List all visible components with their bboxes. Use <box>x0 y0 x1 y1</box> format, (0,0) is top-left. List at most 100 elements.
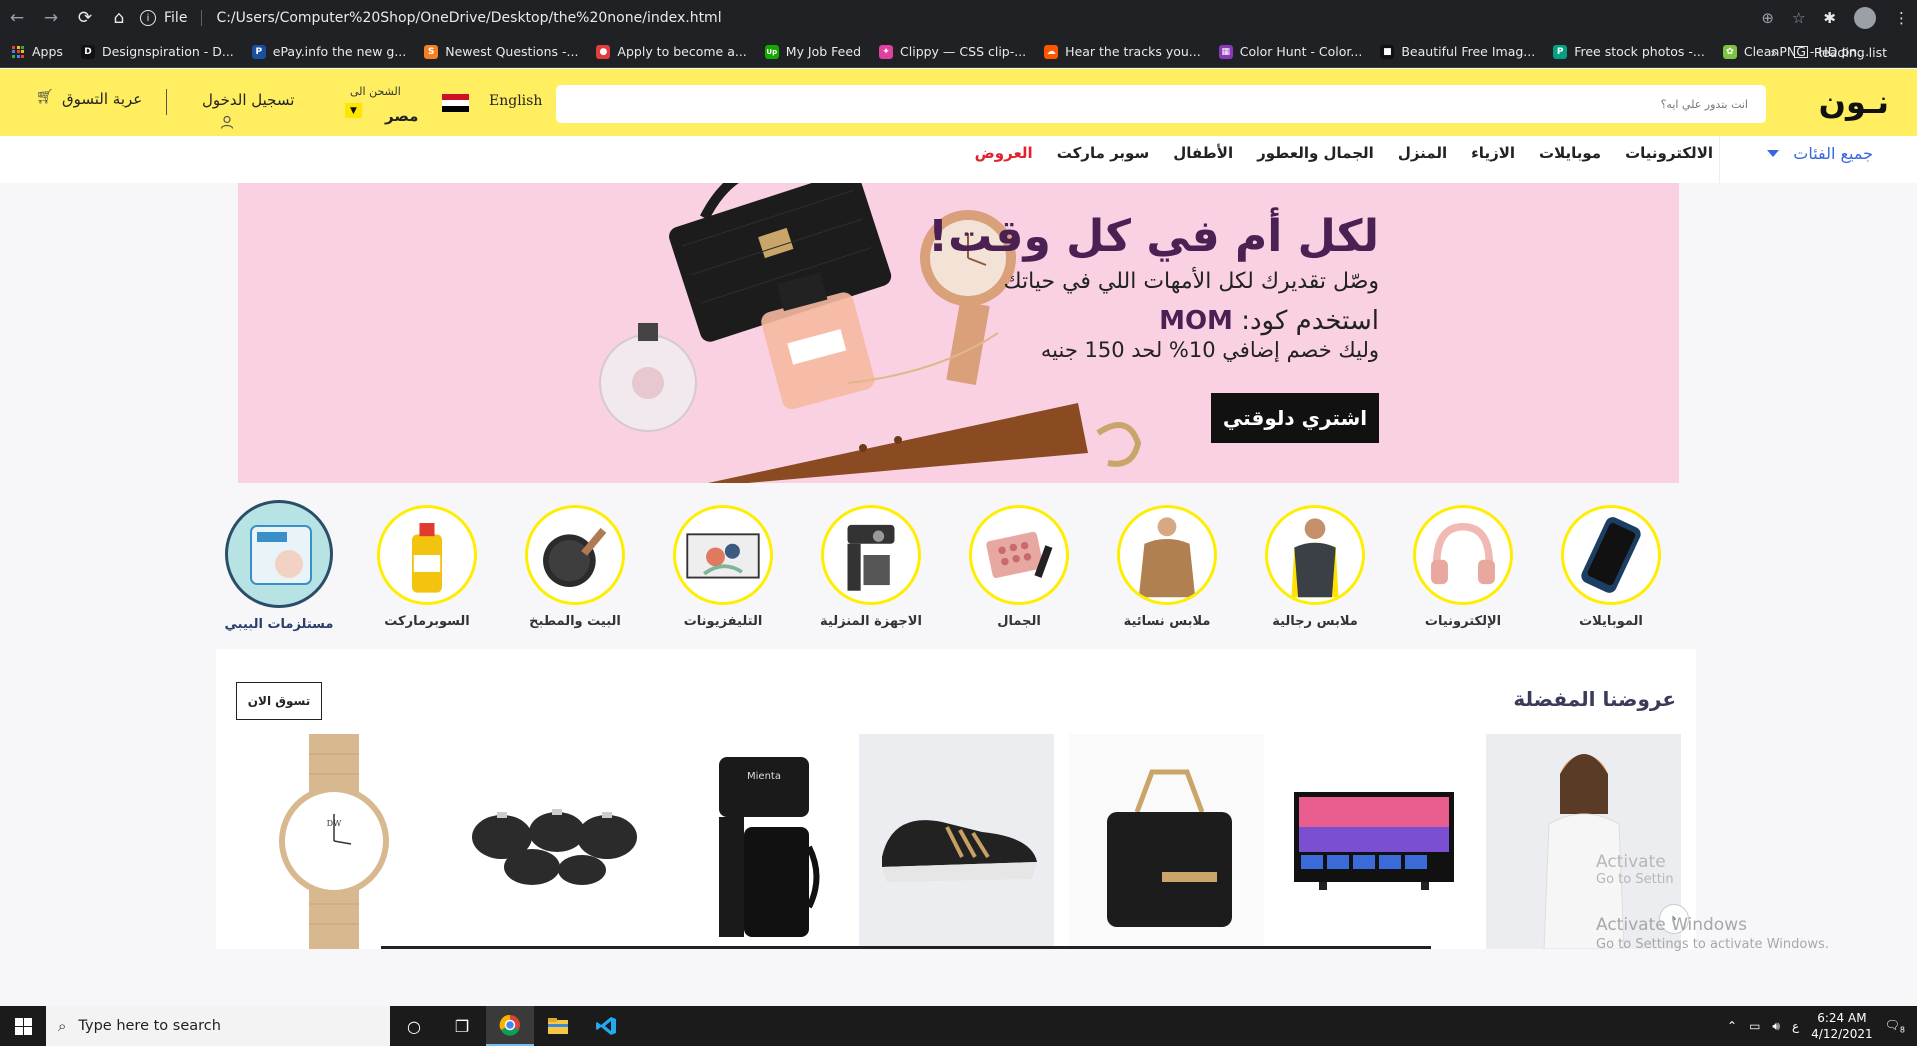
category-circle-diapers[interactable]: مستلزمات البيبي <box>219 500 339 632</box>
tray-chevron-icon[interactable]: ⌃ <box>1727 1019 1737 1033</box>
shop-now-button[interactable]: تسوق الان <box>236 682 322 720</box>
cortana-icon[interactable]: ○ <box>390 1006 438 1046</box>
nav-item-electronics[interactable]: الالكترونيات <box>1625 144 1713 162</box>
category-circles: الموبايلات الإلكترونيات ملابس رجالية ملابس … <box>225 500 1679 640</box>
category-circle-men[interactable]: ملابس رجالية <box>1255 500 1375 629</box>
bookmark-item[interactable]: PePay.info the new g... <box>251 44 406 59</box>
sign-in-link[interactable]: تسجيل الدخول <box>202 91 294 109</box>
caret-down-icon <box>1767 150 1780 157</box>
site-header: نـون English الشحن الى ▼ مصر تسجيل الدخو… <box>0 69 1917 136</box>
cookware-image <box>471 808 637 885</box>
reload-icon[interactable]: ⟳ <box>68 0 102 36</box>
carousel-scrollbar[interactable] <box>381 946 1431 949</box>
shop-now-cta-button[interactable]: اشتري دلوقتي <box>1211 393 1379 443</box>
home-icon[interactable]: ⌂ <box>102 0 136 36</box>
category-circle-phone[interactable]: الموبايلات <box>1551 500 1671 629</box>
nav-item-fashion[interactable]: الازياء <box>1471 144 1515 162</box>
bookmark-favicon-icon: D <box>80 44 95 59</box>
taskbar-clock[interactable]: 6:24 AM 4/12/2021 <box>1811 1010 1873 1042</box>
watermark-line2-small: Go to Settings to activate Windows. <box>1596 937 1829 952</box>
profile-avatar[interactable] <box>1854 7 1876 29</box>
reading-list-button[interactable]: Reading list <box>1793 45 1887 60</box>
address-bar[interactable]: i File C:/Users/Computer%20Shop/OneDrive… <box>140 5 1757 31</box>
bookmark-apps[interactable]: Apps <box>12 44 63 59</box>
nav-item-supermarket[interactable]: سوبر ماركت <box>1057 144 1150 162</box>
network-icon[interactable]: ▭ <box>1749 1019 1760 1033</box>
speaker-icon[interactable]: 🔊︎ <box>1772 1019 1780 1034</box>
category-circle-headphones[interactable]: الإلكترونيات <box>1403 500 1523 629</box>
bookmark-item[interactable]: ■ Beautiful Free Imag... <box>1380 44 1535 59</box>
category-circle-women[interactable]: ملابس نسائية <box>1107 500 1227 629</box>
bookmark-favicon-icon: ■ <box>1380 44 1395 59</box>
all-categories-label: جميع الفئات <box>1793 144 1873 163</box>
language-switch[interactable]: English <box>489 93 542 109</box>
bookmark-item[interactable]: D Designspiration - D... <box>80 44 234 59</box>
all-categories-button[interactable]: جميع الفئات <box>1767 144 1873 163</box>
product-cookware[interactable] <box>454 734 649 949</box>
zoom-icon[interactable]: ⊕ <box>1761 9 1774 27</box>
banner-headline: لكل أم في كل وقت! <box>928 211 1379 262</box>
bookmark-star-icon[interactable]: ☆ <box>1792 9 1805 27</box>
bookmark-label: Free stock photos -... <box>1574 44 1705 59</box>
category-circle-label: الموبايلات <box>1579 614 1643 629</box>
system-tray: ⌃ ▭ 🔊︎ ع 6:24 AM 4/12/2021 🗨︎8 <box>1727 1006 1917 1046</box>
user-icon[interactable] <box>220 115 234 129</box>
search-input[interactable] <box>556 85 1766 123</box>
chevron-down-icon[interactable]: ▼ <box>345 103 362 118</box>
vscode-icon[interactable] <box>582 1006 630 1046</box>
file-scheme-label: File <box>164 10 188 26</box>
notifications-icon[interactable]: 🗨︎8 <box>1885 1018 1905 1034</box>
banner-discount: وليك خصم إضافي 10% لحد 150 جنيه <box>1040 338 1379 363</box>
product-tv[interactable] <box>1276 734 1471 949</box>
nav-item-home[interactable]: المنزل <box>1398 144 1447 162</box>
task-view-icon[interactable]: ❐ <box>438 1006 486 1046</box>
back-icon[interactable]: ← <box>0 0 34 36</box>
bookmark-label: Clippy — CSS clip-... <box>900 44 1027 59</box>
nav-item-beauty[interactable]: الجمال والعطور <box>1257 144 1374 162</box>
product-watch[interactable]: DW <box>236 734 431 949</box>
bookmark-label: Beautiful Free Imag... <box>1401 44 1536 59</box>
forward-icon[interactable]: → <box>34 0 68 36</box>
bookmark-favicon-icon: P <box>251 44 266 59</box>
category-circle-coffee-machine[interactable]: الاجهزة المنزلية <box>811 500 931 629</box>
category-circle-beauty[interactable]: الجمال <box>959 500 1079 629</box>
product-handbag[interactable] <box>1069 734 1264 949</box>
featured-title: عروضنا المفضلة <box>1513 687 1676 711</box>
chrome-icon[interactable] <box>486 1006 534 1046</box>
bookmark-item[interactable]: Up My Job Feed <box>764 44 861 59</box>
nav-item-mobiles[interactable]: موبايلات <box>1539 144 1601 162</box>
search-box[interactable] <box>556 85 1766 123</box>
nav-item-kids[interactable]: الأطفال <box>1173 144 1233 162</box>
input-language[interactable]: ع <box>1792 1019 1799 1033</box>
ship-country[interactable]: مصر <box>385 107 418 125</box>
bookmark-item[interactable]: ☁ Hear the tracks you... <box>1044 44 1201 59</box>
category-circle-pan[interactable]: البيت والمطبخ <box>515 500 635 629</box>
hero-banner[interactable]: لكل أم في كل وقت! وصّل تقديرك لكل الأمها… <box>238 183 1679 483</box>
bookmark-label: Apps <box>32 44 63 59</box>
file-explorer-icon[interactable] <box>534 1006 582 1046</box>
bookmark-item[interactable]: ✦ Clippy — CSS clip-... <box>879 44 1026 59</box>
cart-icon[interactable]: 🛒︎ <box>36 89 54 105</box>
category-nav: جميع الفئات الالكترونيات موبايلات الازيا… <box>0 136 1917 183</box>
bookmark-item[interactable]: P Free stock photos -... <box>1553 44 1705 59</box>
noon-logo[interactable]: نـون <box>1819 83 1889 121</box>
category-circle-oil[interactable]: السوبرماركت <box>367 500 487 629</box>
start-button[interactable] <box>0 1006 46 1046</box>
product-coffee-maker[interactable]: Mienta <box>666 734 861 949</box>
bookmark-item[interactable]: ● Apply to become a... <box>596 44 747 59</box>
promo-code: MOM <box>1159 306 1233 337</box>
banner-text: لكل أم في كل وقت! وصّل تقديرك لكل الأمها… <box>928 211 1379 363</box>
product-sneaker[interactable] <box>859 734 1054 949</box>
more-bookmarks-icon[interactable]: » <box>1770 45 1778 60</box>
taskbar-search[interactable]: ⌕ Type here to search <box>46 1006 390 1046</box>
nav-item-offers[interactable]: العروض <box>975 144 1033 162</box>
category-circle-label: ملابس رجالية <box>1272 614 1358 629</box>
menu-kebab-icon[interactable]: ⋮ <box>1894 9 1909 27</box>
site-info-icon[interactable]: i <box>140 10 156 26</box>
url-text[interactable]: C:/Users/Computer%20Shop/OneDrive/Deskto… <box>216 10 721 26</box>
bookmark-item[interactable]: ▦ Color Hunt - Color... <box>1218 44 1362 59</box>
cart-link[interactable]: عربة التسوق <box>62 90 142 108</box>
category-circle-tv[interactable]: التليفزيونات <box>663 500 783 629</box>
extensions-icon[interactable]: ✱ <box>1823 9 1836 27</box>
bookmark-item[interactable]: S Newest Questions -... <box>424 44 578 59</box>
